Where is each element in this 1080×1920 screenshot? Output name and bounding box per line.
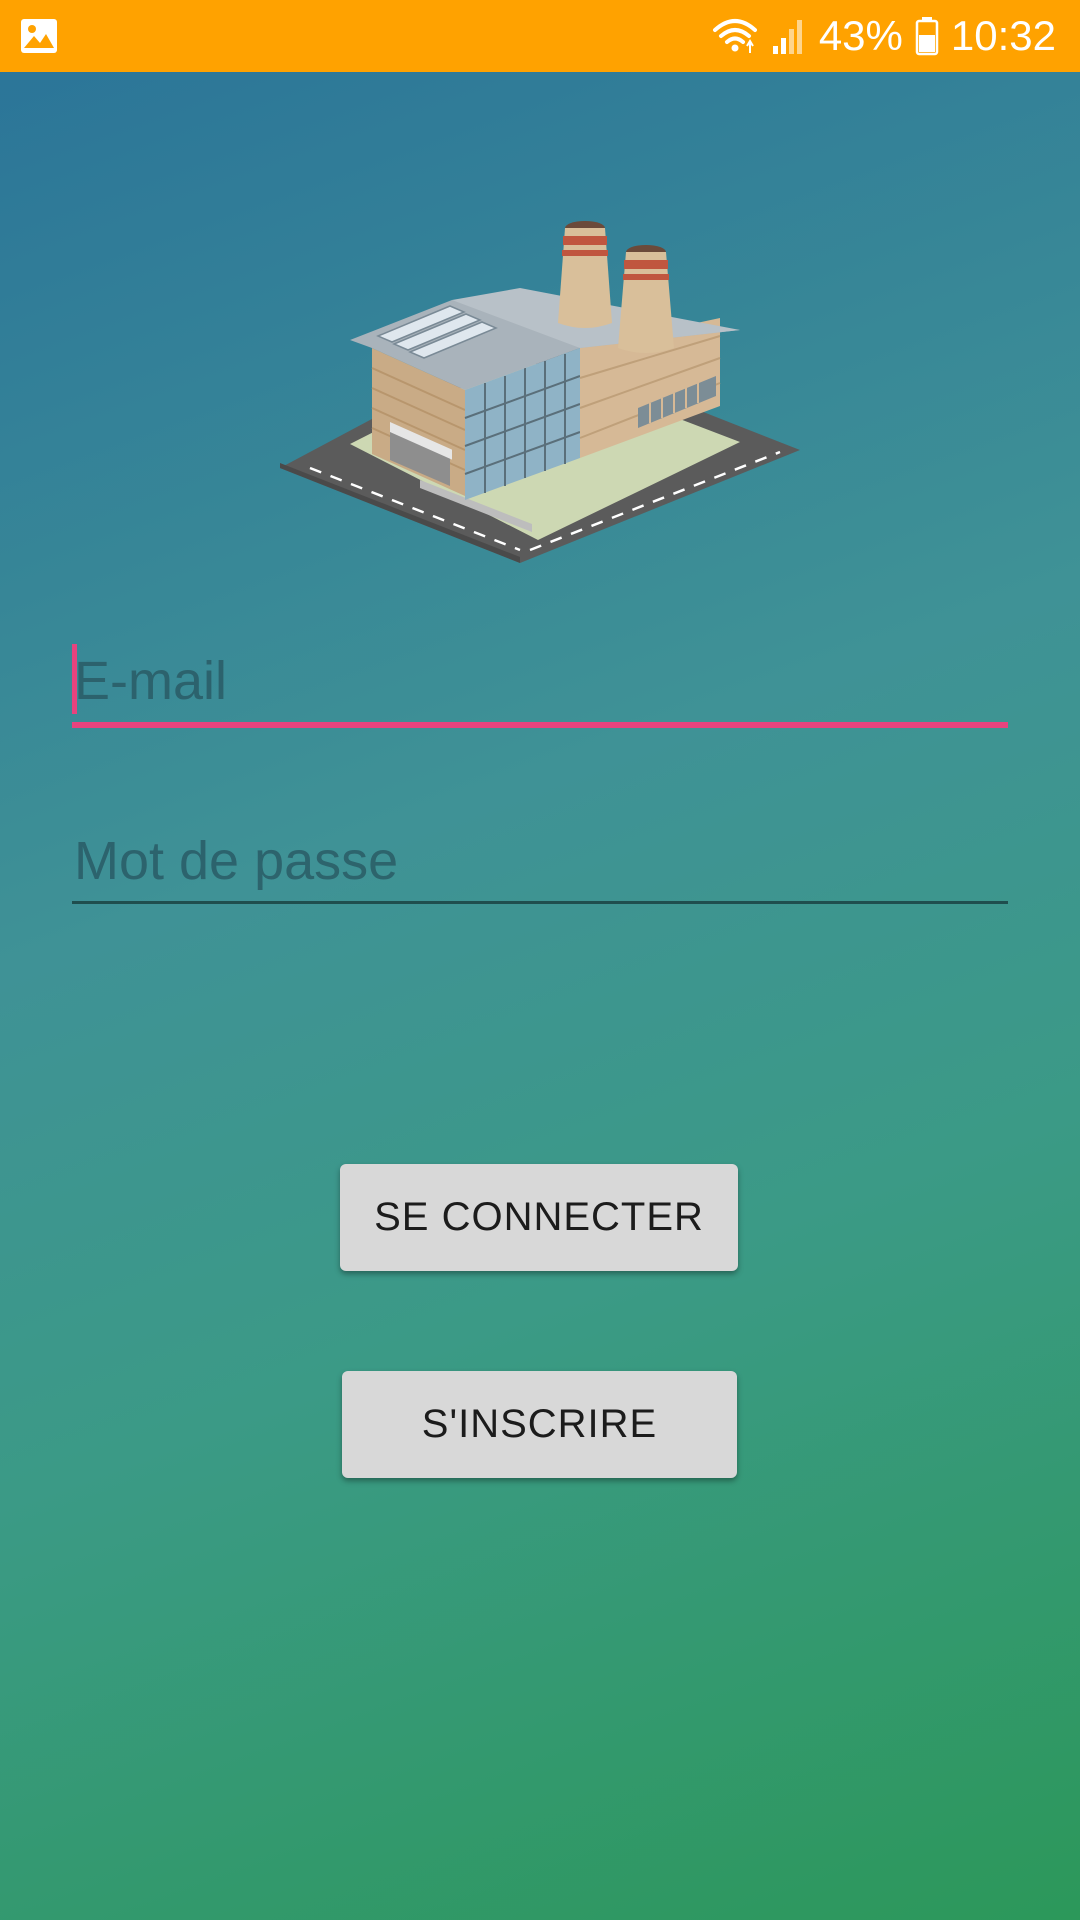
password-input[interactable] (72, 816, 1008, 906)
text-cursor (72, 644, 77, 714)
email-underline (72, 722, 1008, 728)
signup-button[interactable]: S'INSCRIRE (342, 1371, 737, 1478)
factory-building-icon (280, 221, 800, 563)
status-bar: 43% 10:32 (0, 0, 1080, 72)
password-field-container (72, 816, 1008, 906)
email-field-container (72, 636, 1008, 728)
clock: 10:32 (950, 12, 1056, 59)
login-screen: 43% 10:32 E-mail SE CONNECTER S'INSCRIRE (0, 0, 1080, 1920)
battery-icon (915, 17, 939, 56)
battery-percent: 43% (818, 12, 903, 59)
login-button[interactable]: SE CONNECTER (340, 1164, 738, 1271)
email-input[interactable] (72, 636, 1008, 726)
password-underline (72, 901, 1008, 904)
cellular-signal-icon (772, 20, 802, 54)
image-notification-icon (20, 18, 58, 54)
wifi-icon (712, 19, 757, 53)
